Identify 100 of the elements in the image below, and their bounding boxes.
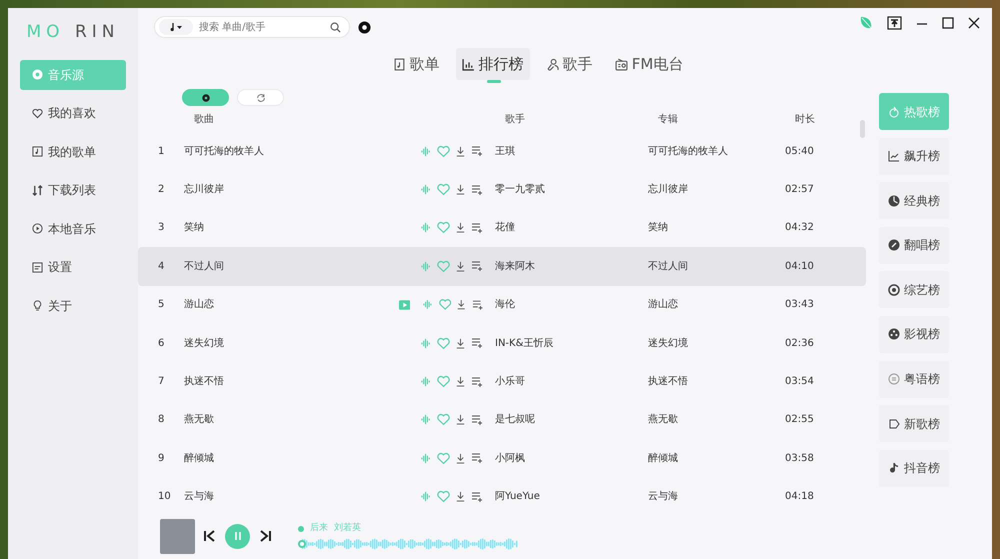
song-title: 后来 bbox=[310, 522, 328, 536]
progress-thumb[interactable] bbox=[298, 540, 306, 548]
previous-button[interactable] bbox=[203, 529, 217, 543]
download-icon[interactable] bbox=[455, 222, 466, 234]
table-row[interactable]: 4 不过人间 海来阿木 不过人间 04:10 bbox=[138, 247, 866, 286]
song-title-cell-text: 游山恋 bbox=[184, 298, 215, 312]
download-icon[interactable] bbox=[455, 146, 466, 157]
sidebar-item[interactable]: 设置 bbox=[20, 252, 126, 282]
add-to-list-icon[interactable] bbox=[472, 298, 483, 311]
bar-chart-icon bbox=[462, 58, 475, 70]
download-icon[interactable] bbox=[455, 491, 466, 502]
previous-icon bbox=[203, 529, 217, 543]
table-row[interactable]: 9 醉倾城 小阿枫 醉倾城 03:58 bbox=[138, 439, 866, 478]
add-to-list-icon[interactable] bbox=[471, 414, 483, 426]
add-to-list-icon[interactable] bbox=[471, 452, 483, 464]
table-row[interactable]: 1 可可托海的牧羊人 王琪 可可托海的牧羊人 05:40 bbox=[138, 132, 866, 170]
add-to-list-icon[interactable] bbox=[471, 260, 483, 272]
sidebar-item[interactable]: 关于 bbox=[20, 290, 126, 320]
duration-cell-text: 02:36 bbox=[785, 336, 815, 351]
download-icon[interactable] bbox=[455, 452, 466, 464]
download-icon[interactable] bbox=[455, 184, 466, 196]
film-reel-icon bbox=[888, 328, 900, 340]
scrollbar-thumb[interactable] bbox=[860, 120, 865, 138]
view-toggle-button[interactable] bbox=[182, 89, 229, 106]
sidebar-item[interactable]: 我的歌单 bbox=[20, 136, 126, 166]
app-logo: MO RIN bbox=[25, 21, 120, 44]
album-cell-text: 游山恋 bbox=[648, 298, 679, 312]
settings-icon bbox=[32, 262, 43, 272]
chart-list-button[interactable]: 飙升榜 bbox=[879, 138, 949, 175]
search-icon[interactable] bbox=[330, 22, 341, 32]
duration-cell-text: 02:55 bbox=[785, 413, 815, 428]
tab[interactable]: 歌手 bbox=[540, 48, 599, 80]
tab[interactable]: 歌单 bbox=[386, 48, 446, 80]
album-cell-text: 忘川彼岸 bbox=[648, 182, 689, 198]
disc-icon[interactable] bbox=[358, 20, 371, 34]
add-to-list-icon[interactable] bbox=[471, 222, 483, 234]
maximize-button[interactable] bbox=[942, 17, 954, 29]
add-to-list-icon[interactable] bbox=[471, 145, 483, 158]
sidebar-item[interactable]: 下载列表 bbox=[20, 175, 126, 205]
chart-list-button[interactable]: 粤语榜 bbox=[879, 360, 949, 398]
row-number: 10 bbox=[158, 490, 172, 504]
play-circle-icon bbox=[32, 223, 43, 234]
column-header: 歌手 bbox=[504, 112, 525, 126]
artist-cell-text: 王琪 bbox=[495, 144, 516, 159]
row-number: 4 bbox=[158, 260, 166, 274]
table-row[interactable]: 10 云与海 阿YueYue 云与海 04:18 bbox=[138, 478, 866, 516]
song-title-cell-text: 醉倾城 bbox=[184, 452, 215, 466]
chart-list-button[interactable]: 翻唱榜 bbox=[879, 226, 949, 264]
download-icon[interactable] bbox=[455, 414, 466, 426]
song-title-cell-text: 忘川彼岸 bbox=[184, 182, 225, 198]
add-to-list-icon[interactable] bbox=[471, 337, 483, 350]
table-row[interactable]: 5 游山恋 海伦 游山恋 03:43 bbox=[138, 286, 866, 324]
chart-list-button[interactable]: 综艺榜 bbox=[879, 271, 949, 308]
add-to-list-icon[interactable] bbox=[471, 490, 483, 503]
close-icon bbox=[968, 17, 980, 29]
add-to-list-icon[interactable] bbox=[471, 184, 483, 196]
tab[interactable]: FM电台 bbox=[608, 48, 690, 80]
chart-list-button[interactable]: 抖音榜 bbox=[879, 450, 949, 487]
table-row[interactable]: 2 忘川彼岸 零一九零贰 忘川彼岸 02:57 bbox=[138, 170, 866, 209]
download-icon[interactable] bbox=[455, 260, 466, 272]
search-bar[interactable]: 搜索 单曲/歌手 bbox=[154, 16, 350, 38]
tab[interactable]: 排行榜 bbox=[456, 48, 530, 80]
song-title-cell-text: 不过人间 bbox=[184, 260, 225, 274]
download-icon[interactable] bbox=[455, 338, 466, 349]
trend-chart-icon bbox=[888, 150, 900, 162]
next-button[interactable] bbox=[258, 529, 272, 543]
song-title-cell-text: 执迷不悟 bbox=[184, 374, 225, 390]
artist-cell-text: 阿YueYue bbox=[495, 490, 541, 504]
close-button[interactable] bbox=[968, 17, 980, 29]
bulb-icon bbox=[32, 300, 43, 311]
duration-cell-text: 02:57 bbox=[785, 183, 815, 198]
song-title-cell-text: 迷失幻境 bbox=[184, 336, 225, 351]
chart-list-button[interactable]: 影视榜 bbox=[879, 316, 949, 353]
table-row[interactable]: 8 燕无歇 是七叔呢 燕无歇 02:55 bbox=[138, 400, 866, 440]
add-to-list-icon[interactable] bbox=[471, 376, 483, 388]
duration-cell-text: 04:10 bbox=[785, 260, 815, 274]
source-dropdown[interactable] bbox=[159, 19, 193, 35]
song-title-cell-text: 云与海 bbox=[184, 490, 215, 504]
song-title-cell-text: 燕无歇 bbox=[184, 412, 215, 428]
album-cell-text: 云与海 bbox=[648, 490, 679, 504]
table-row[interactable]: 3 笑纳 花僮 笑纳 04:32 bbox=[138, 208, 866, 248]
album-cell-text: 执迷不悟 bbox=[648, 374, 689, 390]
dot-icon bbox=[298, 526, 304, 532]
artist-cell-text: 花僮 bbox=[495, 220, 516, 236]
sidebar-item[interactable]: 我的喜欢 bbox=[20, 98, 126, 128]
row-number: 8 bbox=[158, 413, 166, 428]
radio-icon bbox=[614, 58, 628, 70]
disc-icon bbox=[32, 69, 43, 80]
music-note-icon bbox=[888, 462, 900, 474]
download-icon[interactable] bbox=[456, 299, 467, 310]
table-row[interactable]: 6 迷失幻境 IN-K&王忻辰 迷失幻境 02:36 bbox=[138, 324, 866, 362]
new-tag-icon bbox=[888, 418, 900, 430]
search-field[interactable]: 搜索 单曲/歌手 bbox=[197, 18, 330, 36]
chart-list-button[interactable]: 经典榜 bbox=[879, 182, 949, 220]
chart-list-button[interactable]: 新歌榜 bbox=[879, 405, 949, 442]
table-row[interactable]: 7 执迷不悟 小乐哥 执迷不悟 03:54 bbox=[138, 362, 866, 401]
download-icon[interactable] bbox=[455, 376, 466, 388]
sidebar-item[interactable]: 本地音乐 bbox=[20, 214, 126, 244]
row-number: 1 bbox=[158, 144, 166, 159]
pin-button[interactable] bbox=[887, 16, 902, 30]
